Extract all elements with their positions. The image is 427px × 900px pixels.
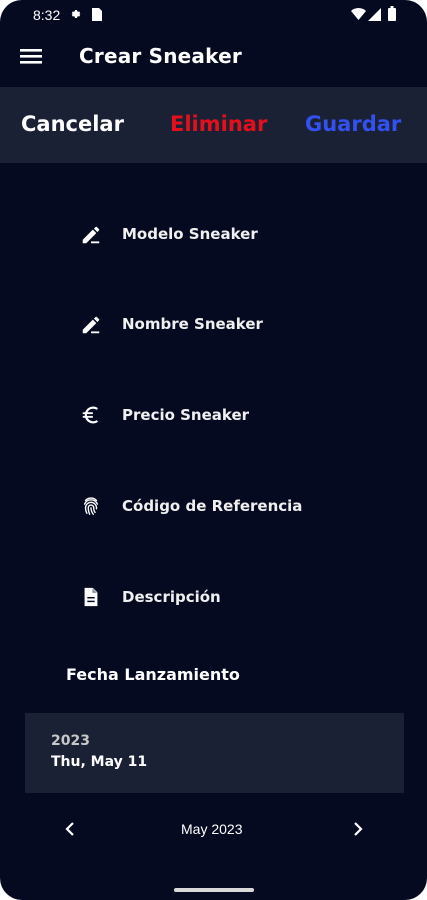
euro-icon [82,406,99,424]
hamburger-menu-icon[interactable] [20,47,42,65]
date-picker-header [25,713,404,793]
field-modelo[interactable]: Modelo Sneaker [0,215,427,255]
delete-button[interactable]: Eliminar [170,112,267,136]
battery-icon [388,6,396,21]
status-time: 8:32 [33,7,61,23]
chevron-right-icon[interactable] [350,820,366,838]
fingerprint-icon [83,497,99,515]
field-label: Código de Referencia [122,497,303,515]
page-title: Crear Sneaker [79,44,242,68]
field-label: Precio Sneaker [122,406,250,424]
document-icon [84,587,98,607]
chevron-left-icon[interactable] [62,820,78,838]
settings-gear-icon [71,10,81,18]
edit-pen-icon [82,226,100,244]
field-label: Modelo Sneaker [122,225,258,243]
cancel-button[interactable]: Cancelar [21,112,124,136]
field-label: Descripción [122,588,221,606]
date-picker-selected-date: Thu, May 11 [51,754,148,770]
field-descripcion[interactable]: Descripción [0,578,427,618]
field-nombre[interactable]: Nombre Sneaker [0,305,427,345]
app-screen: 8:32 Crear Sneaker Cancelar Eliminar Gua… [0,0,427,900]
save-button[interactable]: Guardar [305,112,401,136]
status-bar: 8:32 [0,0,427,30]
edit-pen-icon [82,316,100,334]
signal-icon [368,8,381,21]
field-codigo[interactable]: Código de Referencia [0,487,427,527]
release-date-label: Fecha Lanzamiento [66,665,240,684]
field-label: Nombre Sneaker [122,315,263,333]
date-picker-year[interactable]: 2023 [51,733,90,749]
home-indicator[interactable] [174,888,254,892]
calendar-month-label: May 2023 [181,821,243,837]
field-precio[interactable]: Precio Sneaker [0,396,427,436]
wifi-icon [351,8,366,20]
sim-card-icon [92,8,102,21]
